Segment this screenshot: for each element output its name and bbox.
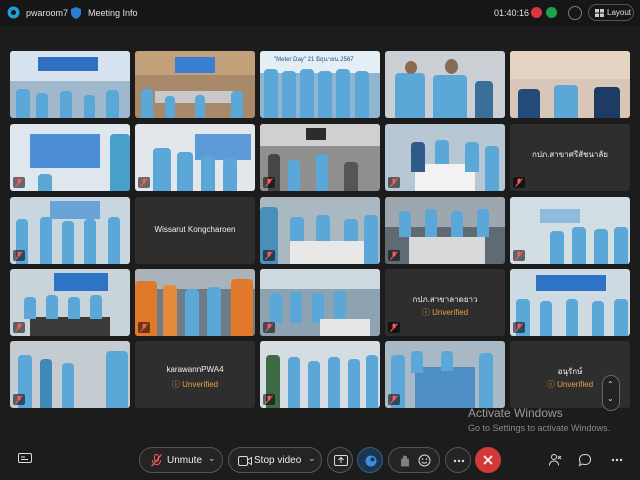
stop-video-label: Stop video bbox=[254, 455, 302, 466]
shield-icon[interactable] bbox=[70, 6, 82, 20]
muted-icon bbox=[388, 250, 400, 261]
video-tile[interactable] bbox=[10, 197, 130, 264]
ai-assistant-icon bbox=[365, 455, 377, 467]
muted-icon bbox=[13, 322, 25, 333]
participants-icon[interactable] bbox=[548, 453, 562, 467]
grid-layout-icon bbox=[595, 9, 604, 17]
chevron-up-icon[interactable]: ⌃ bbox=[607, 380, 614, 389]
participant-name: karawannPWA4 bbox=[166, 365, 224, 374]
page-scroll-control[interactable]: ⌃ ⌄ bbox=[602, 375, 620, 411]
emoji-reaction-icon[interactable] bbox=[418, 454, 431, 467]
video-tile[interactable] bbox=[385, 197, 505, 264]
muted-icon bbox=[263, 322, 275, 333]
video-tile[interactable] bbox=[260, 341, 380, 408]
muted-icon bbox=[388, 177, 400, 188]
leave-meeting-button[interactable] bbox=[475, 447, 501, 473]
chevron-down-icon[interactable]: ⌄ bbox=[308, 453, 316, 464]
captions-icon[interactable] bbox=[18, 453, 32, 465]
video-tile-camera-off[interactable]: กปภ.สาขาลาดยาว ⓘ Unverified bbox=[385, 269, 505, 336]
unmute-button[interactable]: Unmute ⌄ bbox=[139, 447, 223, 473]
participant-name: กปภ.สาขาศรีสัชนาลัย bbox=[532, 150, 608, 159]
video-tile[interactable] bbox=[260, 124, 380, 191]
video-tile-camera-off[interactable]: Wissarut Kongcharoen bbox=[135, 197, 255, 264]
ai-assistant-button[interactable] bbox=[357, 447, 383, 473]
layout-button[interactable]: Layout bbox=[588, 4, 634, 21]
host-name: pwaroom7 bbox=[26, 8, 69, 18]
video-tile[interactable] bbox=[510, 197, 630, 264]
video-tile-camera-off[interactable]: karawannPWA4 ⓘ Unverified bbox=[135, 341, 255, 408]
muted-icon bbox=[13, 250, 25, 261]
chat-icon[interactable] bbox=[578, 453, 592, 467]
muted-icon bbox=[263, 250, 275, 261]
muted-icon bbox=[513, 177, 525, 188]
layout-label: Layout bbox=[607, 8, 632, 17]
video-tile[interactable] bbox=[10, 341, 130, 408]
share-screen-icon bbox=[334, 455, 348, 466]
video-camera-icon bbox=[238, 456, 252, 466]
video-tile-camera-off[interactable]: กปภ.สาขาศรีสัชนาลัย bbox=[510, 124, 630, 191]
muted-icon bbox=[13, 394, 25, 405]
unverified-badge: ⓘ Unverified bbox=[171, 380, 219, 389]
muted-icon bbox=[388, 322, 400, 333]
video-tile[interactable] bbox=[135, 269, 255, 336]
video-tile[interactable] bbox=[10, 51, 130, 118]
video-tile[interactable] bbox=[10, 124, 130, 191]
muted-icon bbox=[138, 322, 150, 333]
video-tile[interactable] bbox=[510, 269, 630, 336]
unmute-label: Unmute bbox=[167, 455, 203, 466]
webex-logo-icon bbox=[7, 6, 20, 19]
top-bar: pwaroom7 Meeting Info 01:40:16 Layout bbox=[0, 0, 640, 26]
meeting-info-button[interactable]: Meeting Info bbox=[88, 8, 138, 18]
unverified-label: Unverified bbox=[557, 380, 594, 389]
unverified-label: Unverified bbox=[432, 308, 469, 317]
video-tile[interactable] bbox=[135, 51, 255, 118]
activate-windows-title: Activate Windows bbox=[468, 406, 563, 420]
share-content-button[interactable] bbox=[327, 447, 353, 473]
meeting-timer: 01:40:16 bbox=[494, 8, 530, 18]
search-icon[interactable] bbox=[568, 6, 582, 20]
muted-icon bbox=[138, 177, 150, 188]
muted-icon bbox=[388, 394, 400, 405]
participant-name: Wissarut Kongcharoen bbox=[154, 225, 236, 234]
video-tile[interactable] bbox=[385, 124, 505, 191]
chevron-down-icon[interactable]: ⌄ bbox=[607, 394, 614, 403]
activate-windows-subtitle: Go to Settings to activate Windows. bbox=[468, 423, 611, 433]
event-banner-text: "Meter Day" 21 มิถุนายน 2567 bbox=[274, 57, 354, 63]
muted-icon bbox=[263, 177, 275, 188]
video-tile[interactable] bbox=[260, 269, 380, 336]
muted-microphone-icon bbox=[151, 454, 162, 467]
video-tile[interactable] bbox=[510, 51, 630, 118]
close-icon bbox=[483, 455, 493, 465]
chevron-down-icon[interactable]: ⌄ bbox=[208, 453, 216, 464]
video-tile[interactable] bbox=[260, 197, 380, 264]
video-tile[interactable] bbox=[135, 124, 255, 191]
security-status-icon[interactable] bbox=[546, 7, 557, 18]
unverified-label: Unverified bbox=[182, 380, 219, 389]
more-options-icon bbox=[453, 459, 465, 463]
muted-icon bbox=[513, 250, 525, 261]
video-tile[interactable] bbox=[385, 341, 505, 408]
muted-icon bbox=[13, 177, 25, 188]
unverified-badge: ⓘ Unverified bbox=[421, 308, 469, 317]
video-tile[interactable] bbox=[385, 51, 505, 118]
muted-icon bbox=[513, 322, 525, 333]
more-options-button[interactable] bbox=[445, 447, 471, 473]
video-tile[interactable] bbox=[10, 269, 130, 336]
raise-hand-icon[interactable] bbox=[399, 454, 411, 467]
participant-name: กปภ.สาขาลาดยาว bbox=[412, 295, 478, 304]
muted-icon bbox=[263, 394, 275, 405]
more-panels-icon[interactable] bbox=[610, 453, 624, 467]
stop-video-button[interactable]: Stop video ⌄ bbox=[228, 447, 322, 473]
reactions-group[interactable] bbox=[388, 447, 440, 473]
video-tile[interactable]: "Meter Day" 21 มิถุนายน 2567 bbox=[260, 51, 380, 118]
recording-indicator-icon[interactable] bbox=[531, 7, 542, 18]
